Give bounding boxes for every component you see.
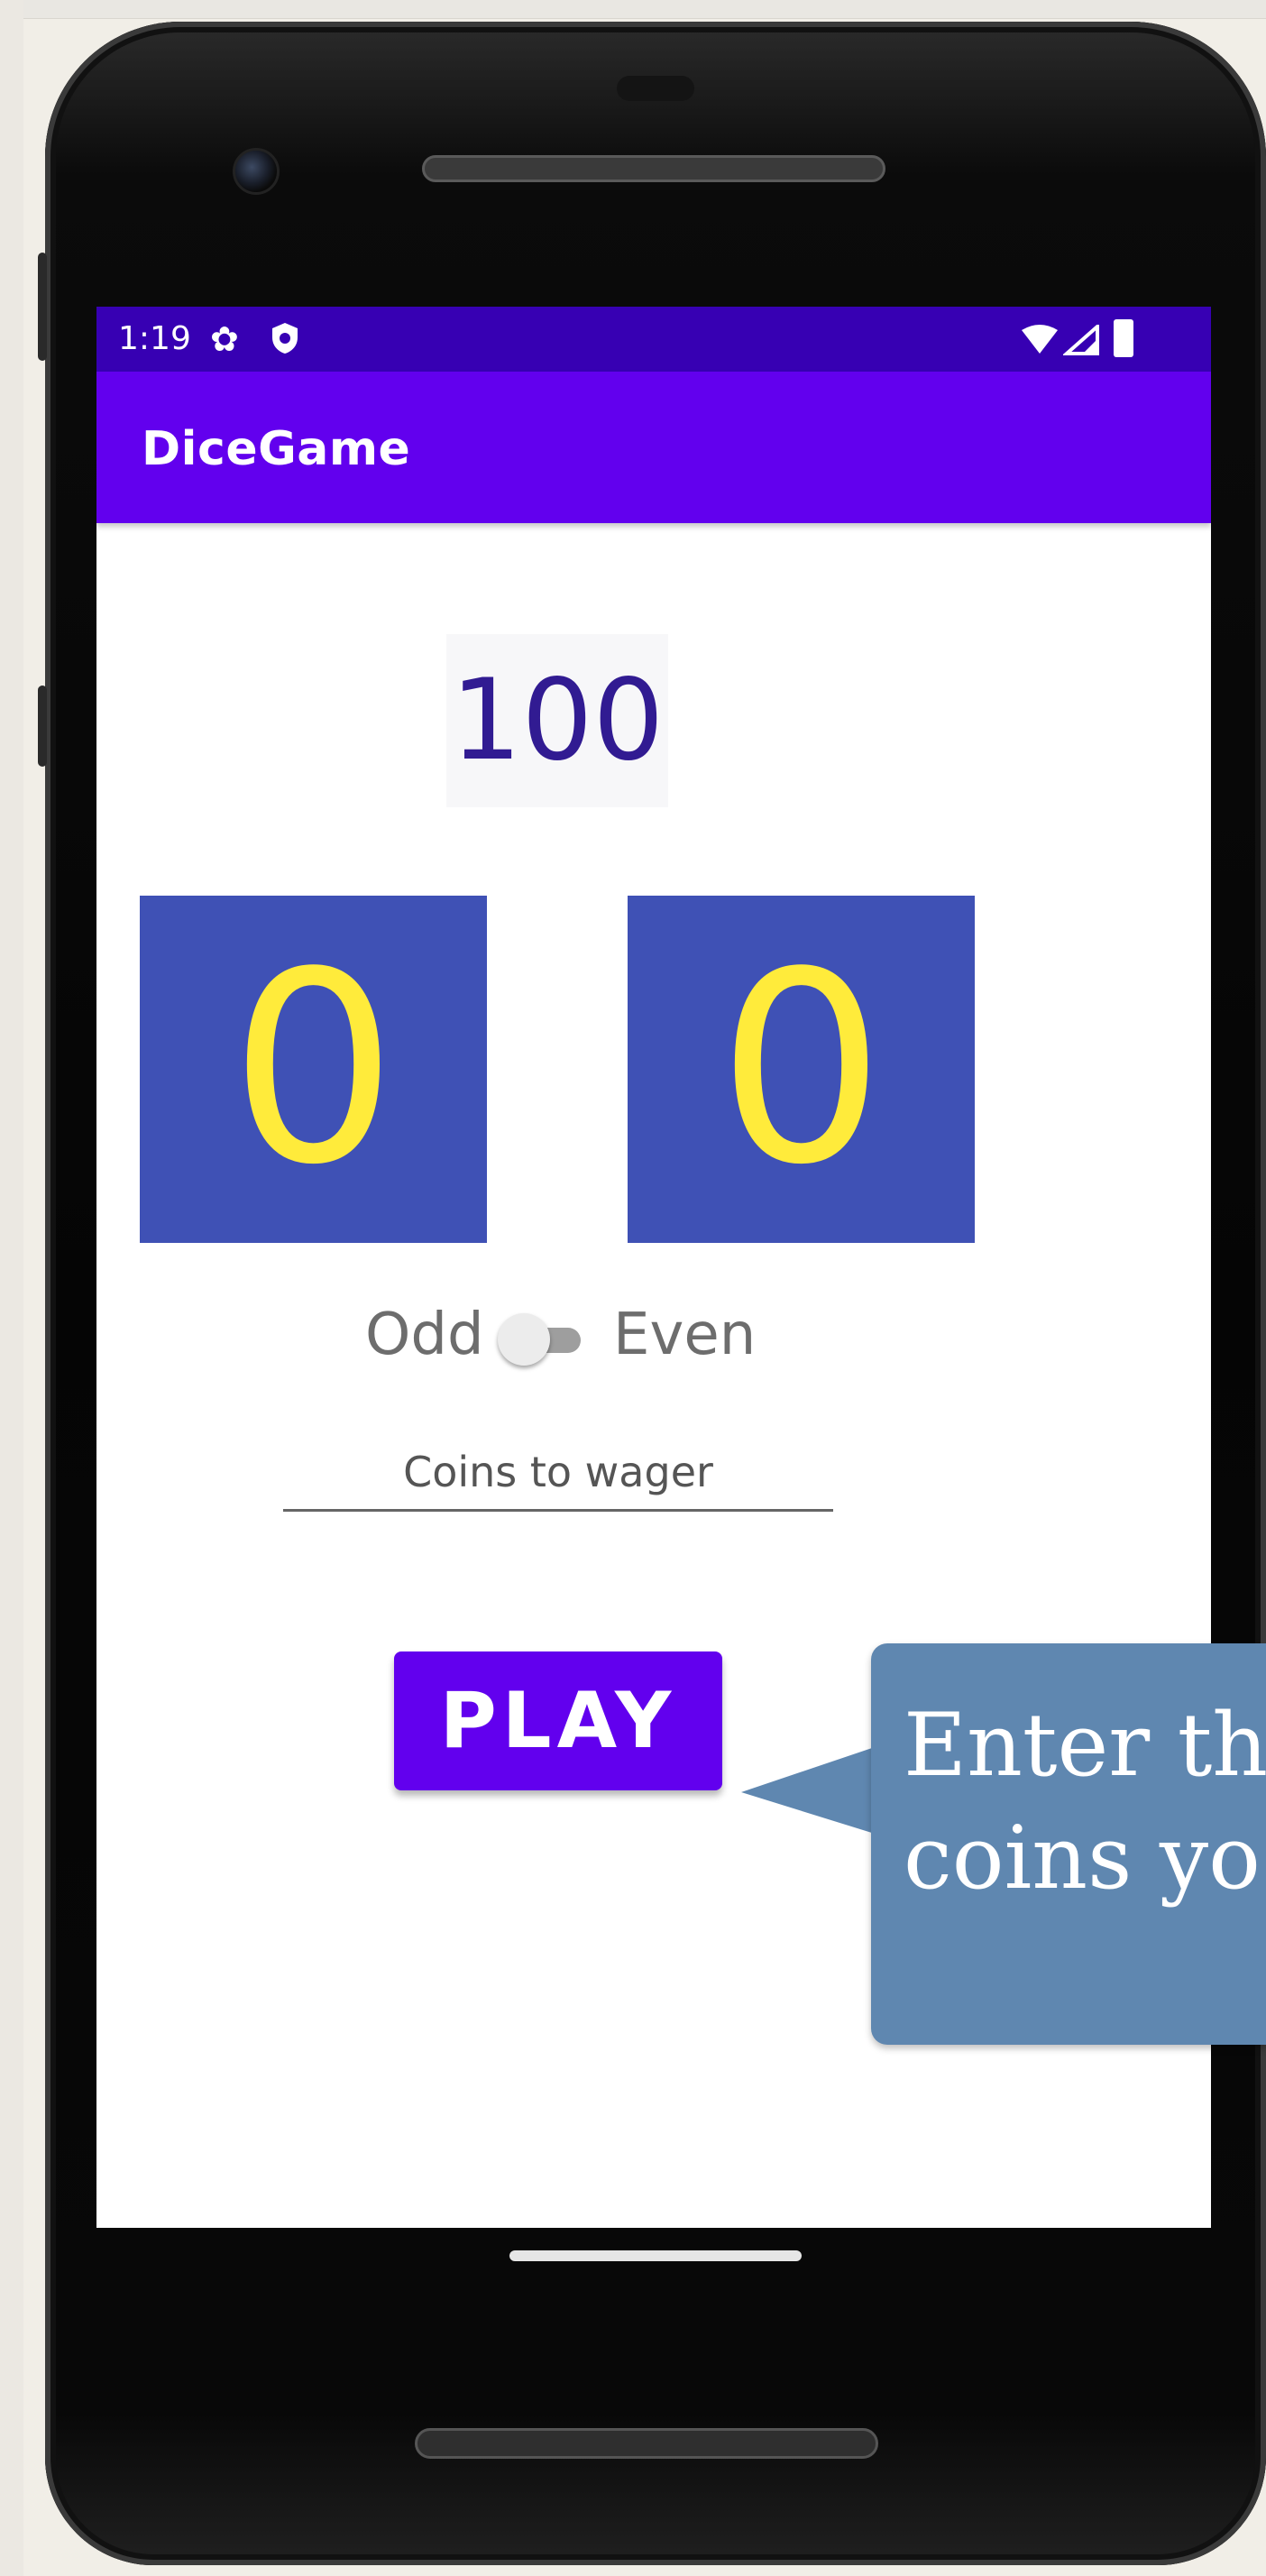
odd-even-switch[interactable]	[498, 1311, 584, 1366]
status-time: 1:19	[118, 320, 191, 357]
app-title: DiceGame	[142, 422, 411, 476]
front-camera-icon	[233, 148, 280, 195]
phone-side-button	[38, 253, 47, 361]
die-1-value: 0	[140, 896, 487, 1243]
coins-to-wager-input[interactable]	[283, 1434, 833, 1512]
callout-text-line: Enter th	[904, 1695, 1266, 1796]
phone-speaker	[415, 2428, 878, 2459]
settings-icon: ✿	[210, 319, 239, 359]
phone-side-button	[38, 685, 47, 767]
app-bar: DiceGame	[96, 372, 1211, 523]
home-indicator[interactable]	[509, 2250, 802, 2261]
status-bar: 1:19 ✿	[96, 307, 1211, 372]
callout-text-line: coins yo	[904, 1808, 1261, 1909]
even-label: Even	[613, 1302, 757, 1368]
shield-icon	[272, 323, 298, 354]
switch-thumb	[498, 1313, 550, 1366]
play-button[interactable]: PLAY	[394, 1651, 722, 1790]
phone-earpiece	[422, 155, 885, 182]
odd-label: Odd	[365, 1302, 484, 1368]
callout-box: Enter th coins yo	[871, 1643, 1266, 2045]
wifi-icon	[1022, 325, 1058, 354]
signal-icon	[1063, 325, 1099, 355]
phone-sensor	[617, 76, 694, 101]
slide-left-strip	[0, 0, 23, 2576]
coins-balance: 100	[446, 634, 668, 807]
battery-icon	[1114, 319, 1133, 357]
slide-top-bar	[0, 0, 1266, 19]
die-2-value: 0	[628, 896, 975, 1243]
